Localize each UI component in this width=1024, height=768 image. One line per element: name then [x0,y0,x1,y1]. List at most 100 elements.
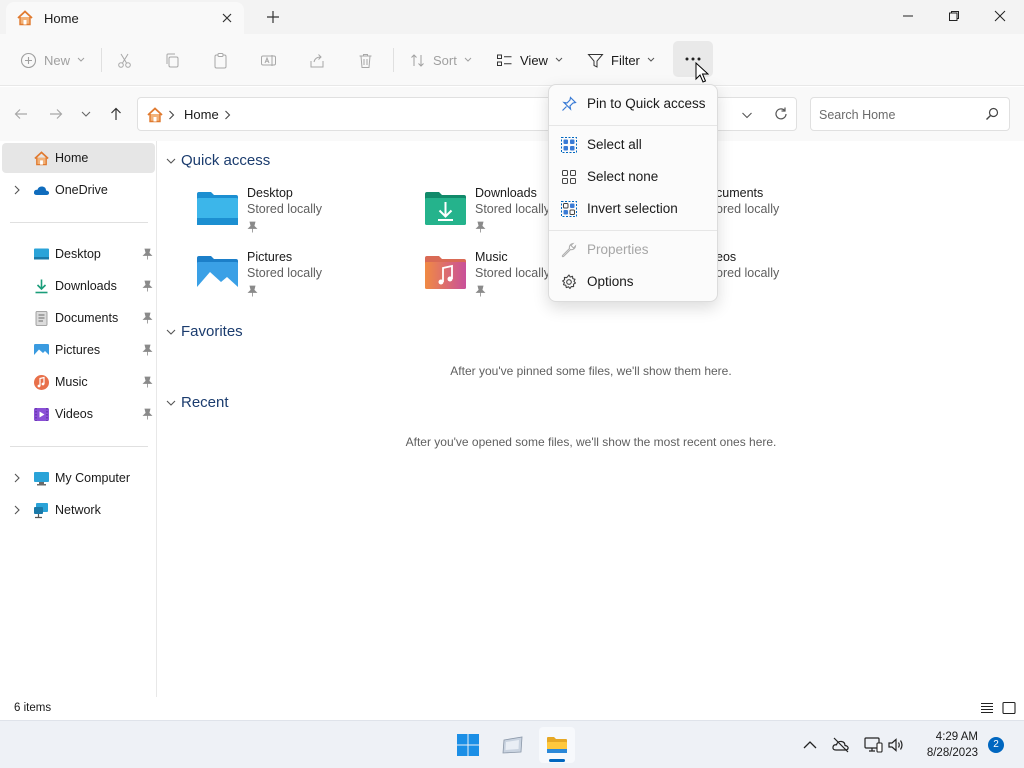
chevron-down-icon [77,57,85,63]
volume-icon[interactable] [886,735,906,755]
sidebar-item-label: My Computer [55,471,131,485]
filter-label: Filter [611,52,640,68]
pin-icon[interactable] [142,344,153,356]
pictures-icon [33,342,50,359]
pin-icon[interactable] [142,280,153,292]
app-icon [501,733,525,757]
sidebar-item-documents[interactable]: Documents [2,303,155,333]
menu-item-pin-to-quick-access[interactable]: Pin to Quick access [553,88,713,120]
tile-subtitle: ored locally [716,266,780,280]
start-button[interactable] [450,727,486,763]
minimize-button[interactable] [885,0,931,32]
tile-subtitle: Stored locally [247,266,323,280]
menu-item-options[interactable]: Options [553,266,713,298]
select-all-icon [561,137,577,153]
pin-icon[interactable] [142,408,153,420]
chevron-down-icon[interactable] [166,399,176,407]
chevron-right-icon[interactable] [12,473,22,483]
computer-icon [33,470,50,487]
tab-home[interactable]: Home [6,2,244,34]
tiles-view-icon[interactable] [1002,701,1016,715]
view-button[interactable]: View [496,44,563,76]
back-button[interactable] [10,103,32,125]
desktop-folder-icon [196,190,239,226]
tile-subtitle: ored locally [716,202,780,216]
new-button[interactable]: New [20,44,85,76]
restore-button[interactable] [931,0,977,32]
chevron-down-icon [647,57,655,63]
chevron-down-icon[interactable] [166,157,176,165]
menu-item-invert-selection[interactable]: Invert selection [553,193,713,225]
download-icon [33,278,50,295]
sidebar-item-downloads[interactable]: Downloads [2,271,155,301]
notification-badge[interactable]: 2 [988,737,1004,753]
chevron-right-icon[interactable] [12,505,22,515]
close-window-button[interactable] [977,0,1023,32]
music-icon [33,374,50,391]
sidebar-item-onedrive[interactable]: OneDrive [2,175,155,205]
view-list-icon [496,52,513,69]
recent-empty-message: After you've opened some files, we'll sh… [405,435,777,449]
forward-button[interactable] [45,103,67,125]
clock[interactable]: 4:29 AM 8/28/2023 [912,729,978,761]
sidebar-item-videos[interactable]: Videos [2,399,155,429]
sidebar-item-label: Music [55,375,88,389]
close-tab-icon[interactable] [218,9,236,27]
chevron-right-icon[interactable] [12,185,22,195]
chevron-down-icon [555,57,563,63]
sidebar-item-network[interactable]: Network [2,495,155,525]
address-history-chevron-icon[interactable] [741,110,753,120]
sidebar-item-label: Videos [55,407,93,421]
quick-access-tile[interactable]: Pictures Stored locally [196,250,411,306]
delete-button[interactable] [357,44,374,76]
pin-icon[interactable] [142,312,153,324]
onedrive-offline-icon[interactable] [831,735,851,755]
sort-button[interactable]: Sort [409,44,472,76]
quick-access-tile[interactable]: Desktop Stored locally [196,186,411,242]
sidebar-item-music[interactable]: Music [2,367,155,397]
search-input[interactable]: Search Home [810,97,1010,131]
pin-icon[interactable] [142,376,153,388]
up-button[interactable] [105,103,127,125]
chevron-up-icon[interactable] [800,735,820,755]
home-icon [146,106,164,124]
refresh-icon[interactable] [773,106,789,122]
taskbar: 4:29 AM 8/28/2023 2 [0,720,1024,768]
sidebar-item-pictures[interactable]: Pictures [2,335,155,365]
recent-locations-button[interactable] [75,103,97,125]
trash-icon [357,52,374,69]
taskbar-app-button[interactable] [495,727,531,763]
navigation-pane: Home OneDrive Desktop Downloads Document… [0,141,157,697]
copy-button[interactable] [164,44,181,76]
sidebar-item-my-computer[interactable]: My Computer [2,463,155,493]
menu-item-properties[interactable]: Properties [553,234,713,266]
menu-item-select-all[interactable]: Select all [553,129,713,161]
wrench-icon [561,242,577,258]
taskbar-file-explorer-button[interactable] [539,727,575,763]
sidebar-item-home[interactable]: Home [2,143,155,173]
filter-button[interactable]: Filter [587,44,655,76]
rename-button[interactable] [260,44,277,76]
cut-button[interactable] [116,44,133,76]
details-view-icon[interactable] [980,701,994,715]
chevron-right-icon[interactable] [168,110,175,120]
share-button[interactable] [309,44,326,76]
network-status-icon[interactable] [863,735,883,755]
breadcrumb-home[interactable]: Home [184,107,219,122]
menu-item-select-none[interactable]: Select none [553,161,713,193]
paste-button[interactable] [212,44,229,76]
status-bar: 6 items [0,697,1024,720]
new-tab-button[interactable] [262,6,284,28]
search-icon[interactable] [985,107,999,121]
tile-name: Downloads [475,186,537,200]
tile-name: Desktop [247,186,293,200]
tab-title: Home [44,11,79,26]
sidebar-item-desktop[interactable]: Desktop [2,239,155,269]
search-placeholder: Search Home [819,108,896,122]
chevron-down-icon[interactable] [166,328,176,336]
sidebar-item-label: Downloads [55,279,117,293]
pin-icon[interactable] [142,248,153,260]
music-folder-icon [424,254,467,290]
chevron-down-icon [464,57,472,63]
chevron-right-icon[interactable] [224,110,231,120]
